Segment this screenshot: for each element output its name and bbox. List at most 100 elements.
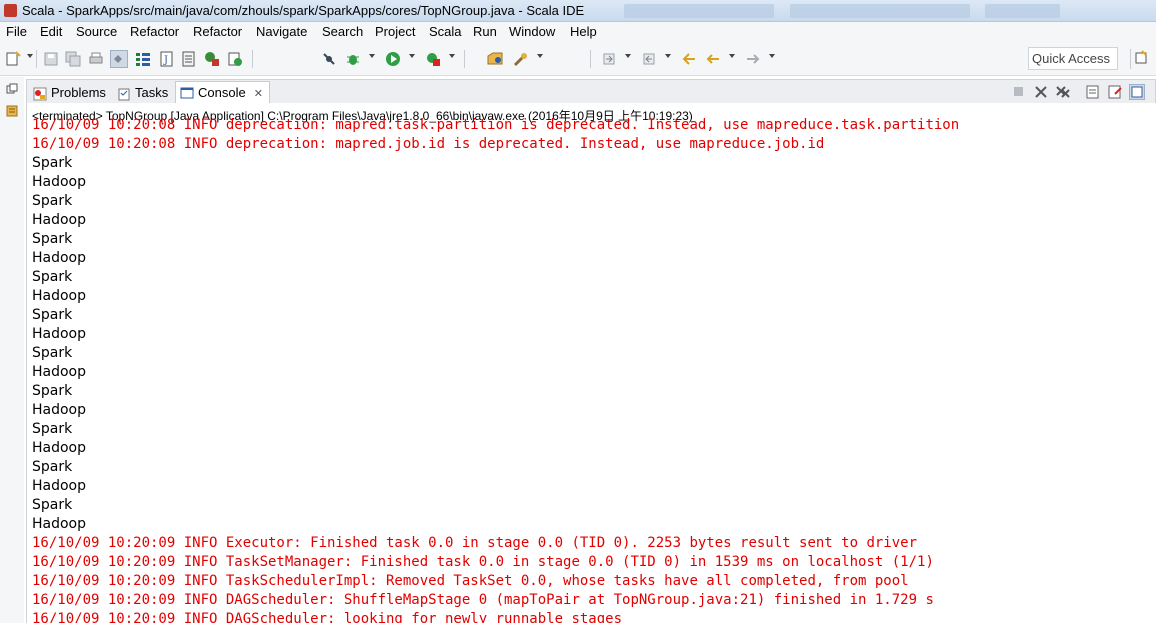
console-output-line: Hadoop <box>32 402 87 418</box>
console-log-line: 16/10/09 10:20:09 INFO TaskSetManager: F… <box>32 554 934 570</box>
terminate-icon[interactable] <box>1011 84 1027 100</box>
pin-console-icon[interactable] <box>1129 84 1145 100</box>
debug-icon[interactable] <box>344 50 362 68</box>
forward-icon[interactable] <box>744 50 762 68</box>
background-window-ghost <box>624 4 774 18</box>
menu-help[interactable]: Help <box>570 24 597 39</box>
console-icon <box>180 86 194 100</box>
toolbar-separator <box>36 50 37 68</box>
console-output-line: Hadoop <box>32 250 87 266</box>
console-output-line: Hadoop <box>32 288 87 304</box>
console-output-line: Hadoop <box>32 212 87 228</box>
external-tools-dropdown-arrow[interactable] <box>449 54 455 58</box>
console-output-line: Hadoop <box>32 364 87 380</box>
menu-navigate[interactable]: Navigate <box>256 24 307 39</box>
console-output-line: Hadoop <box>32 174 87 190</box>
console-output-line: Spark <box>32 497 73 513</box>
external-tools-icon[interactable] <box>424 50 442 68</box>
menu-edit[interactable]: Edit <box>40 24 62 39</box>
window-title: Scala - SparkApps/src/main/java/com/zhou… <box>22 3 585 18</box>
previous-annotation-icon[interactable] <box>640 50 658 68</box>
console-output-line: Hadoop <box>32 516 87 532</box>
menu-refactor[interactable]: Refactor <box>130 24 179 39</box>
svg-text:J: J <box>163 55 168 66</box>
show-whitespace-icon[interactable] <box>134 50 152 68</box>
previous-annotation-dropdown-arrow[interactable] <box>665 54 671 58</box>
menu-run[interactable]: Run <box>473 24 497 39</box>
debug-dropdown-arrow[interactable] <box>369 54 375 58</box>
restore-view-icon[interactable] <box>6 83 18 95</box>
tab-problems[interactable]: Problems <box>29 83 112 104</box>
run-icon[interactable] <box>384 50 402 68</box>
console-output-line: Spark <box>32 421 73 437</box>
scala-worksheet-icon[interactable] <box>203 50 221 68</box>
last-edit-location-icon[interactable] <box>680 50 698 68</box>
run-dropdown-arrow[interactable] <box>409 54 415 58</box>
open-type-icon[interactable] <box>180 50 198 68</box>
tab-tasks[interactable]: Tasks <box>113 83 174 104</box>
new-java-package-icon[interactable] <box>486 50 504 68</box>
console-output-line: Hadoop <box>32 440 87 456</box>
toolbar-separator <box>590 50 591 68</box>
menu-project[interactable]: Project <box>375 24 415 39</box>
tab-console-label: Console <box>198 85 246 100</box>
main-toolbar: J <box>0 42 1156 76</box>
console-log-line: 16/10/09 10:20:09 INFO DAGScheduler: loo… <box>32 611 623 623</box>
console-output-line: Spark <box>32 459 73 475</box>
tab-problems-label: Problems <box>51 85 106 100</box>
toolbar-separator <box>252 50 253 68</box>
java-doc-icon[interactable]: J <box>158 50 176 68</box>
toggle-mark-occurrences-icon[interactable] <box>110 50 128 68</box>
tab-tasks-label: Tasks <box>135 85 169 100</box>
console-output-line: Spark <box>32 155 73 171</box>
menu-source[interactable]: Source <box>76 24 117 39</box>
open-resource-icon[interactable] <box>226 50 244 68</box>
tab-console[interactable]: Console ✕ <box>175 81 270 104</box>
open-task-icon[interactable] <box>512 50 530 68</box>
next-annotation-dropdown-arrow[interactable] <box>625 54 631 58</box>
problems-icon <box>33 87 47 101</box>
scroll-lock-icon[interactable] <box>1085 84 1101 100</box>
save-all-icon[interactable] <box>64 50 82 68</box>
clear-console-icon[interactable] <box>1107 84 1123 100</box>
console-output-line: Spark <box>32 193 73 209</box>
console-output-line: Spark <box>32 231 73 247</box>
new-file-icon[interactable] <box>4 50 22 68</box>
new-dropdown-arrow[interactable] <box>27 54 33 58</box>
console-output-line: Hadoop <box>32 326 87 342</box>
tasks-icon <box>117 87 131 101</box>
console-log-line: 16/10/09 10:20:09 INFO DAGScheduler: Shu… <box>32 592 934 608</box>
toolbar-separator <box>464 50 465 68</box>
bottom-view-tabbar: Problems Tasks Console ✕ <box>26 79 1156 104</box>
back-icon[interactable] <box>704 50 722 68</box>
console-output-line: Spark <box>32 345 73 361</box>
print-icon[interactable] <box>87 50 105 68</box>
console-view: <terminated> TopNGroup [Java Application… <box>26 103 1156 623</box>
open-task-dropdown-arrow[interactable] <box>537 54 543 58</box>
console-output-line: Spark <box>32 307 73 323</box>
remove-all-terminated-icon[interactable] <box>1055 84 1071 100</box>
console-output[interactable]: 16/10/09 10:20:08 INFO deprecation: mapr… <box>32 116 1152 623</box>
quick-access-field[interactable]: Quick Access <box>1028 47 1118 70</box>
console-output-line: Spark <box>32 269 73 285</box>
console-log-line: 16/10/09 10:20:08 INFO deprecation: mapr… <box>32 117 960 133</box>
skip-breakpoints-icon[interactable] <box>320 50 338 68</box>
close-icon[interactable]: ✕ <box>254 88 263 100</box>
console-log-line: 16/10/09 10:20:09 INFO TaskSchedulerImpl… <box>32 573 909 589</box>
menu-refactor-2[interactable]: Refactor <box>193 24 242 39</box>
console-output-line: Spark <box>32 383 73 399</box>
menu-scala[interactable]: Scala <box>429 24 462 39</box>
menu-search[interactable]: Search <box>322 24 363 39</box>
open-perspective-icon[interactable] <box>1130 49 1152 69</box>
menu-file[interactable]: File <box>6 24 27 39</box>
menu-window[interactable]: Window <box>509 24 555 39</box>
save-icon[interactable] <box>42 50 60 68</box>
package-explorer-icon[interactable] <box>6 105 18 117</box>
back-dropdown-arrow[interactable] <box>729 54 735 58</box>
background-window-ghost <box>985 4 1060 18</box>
scala-ide-icon <box>4 4 17 17</box>
next-annotation-icon[interactable] <box>600 50 618 68</box>
remove-launch-icon[interactable] <box>1033 84 1049 100</box>
forward-dropdown-arrow[interactable] <box>769 54 775 58</box>
background-window-ghost <box>790 4 970 18</box>
